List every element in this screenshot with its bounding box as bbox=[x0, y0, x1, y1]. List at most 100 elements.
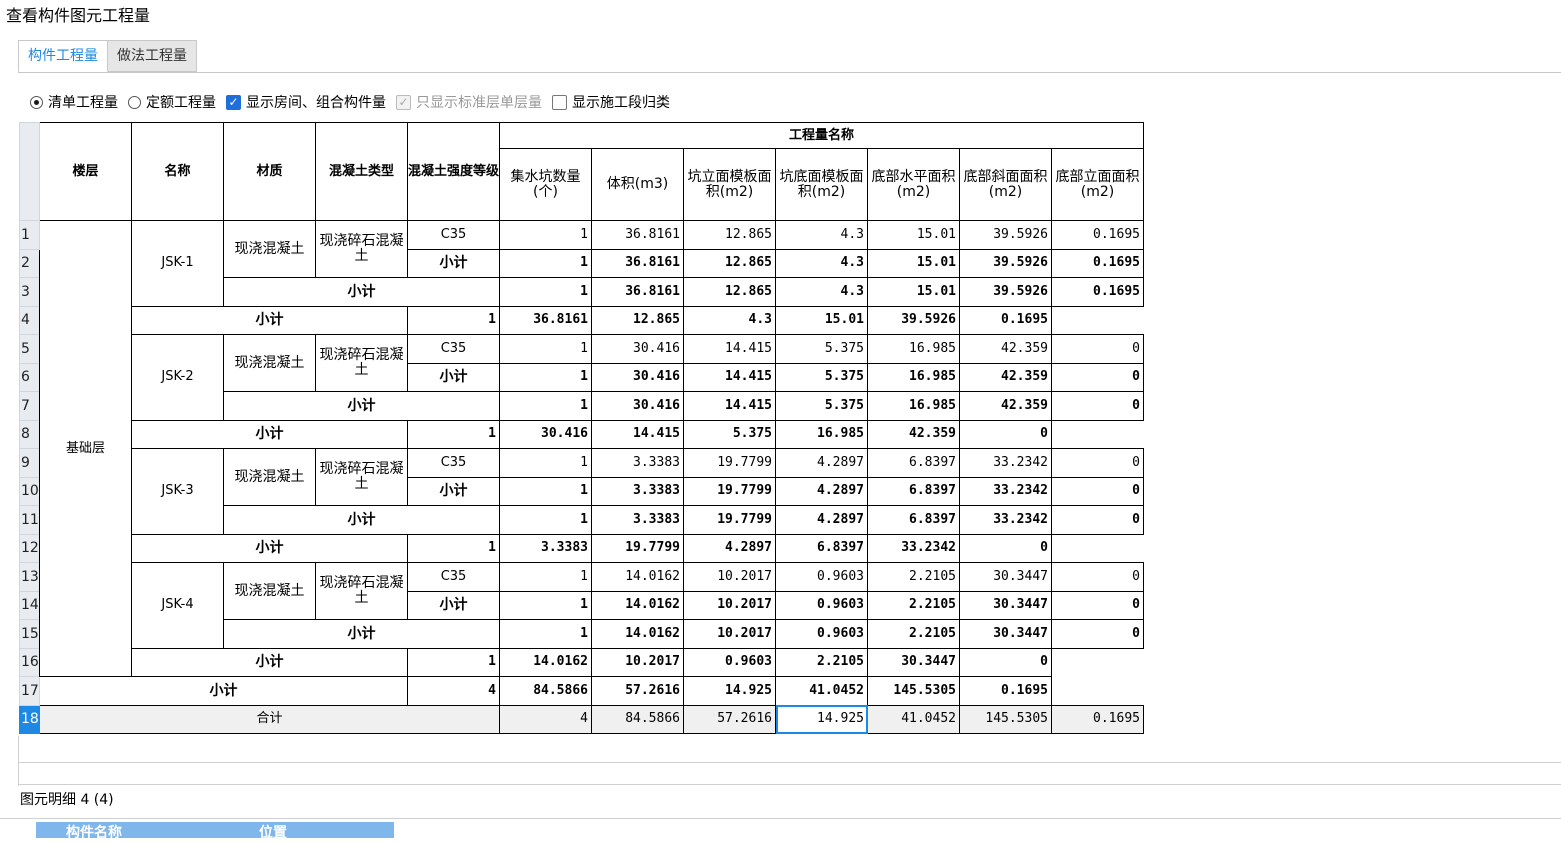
value-cell[interactable]: 19.7799 bbox=[683, 448, 776, 478]
value-cell[interactable]: 1 bbox=[407, 305, 500, 335]
value-cell[interactable]: 12.865 bbox=[683, 220, 776, 250]
row-number[interactable]: 16 bbox=[19, 647, 40, 677]
value-cell[interactable]: 0 bbox=[959, 647, 1052, 677]
value-cell[interactable]: 14.0162 bbox=[591, 562, 684, 592]
header-concrete-type[interactable]: 混凝土类型 bbox=[315, 122, 408, 221]
value-cell[interactable]: 30.3447 bbox=[959, 590, 1052, 620]
value-cell[interactable]: 1 bbox=[499, 590, 592, 620]
value-cell[interactable]: 1 bbox=[499, 391, 592, 421]
value-cell[interactable]: 33.2342 bbox=[867, 533, 960, 563]
row-number[interactable]: 1 bbox=[19, 220, 40, 250]
component-name-cell[interactable]: JSK-4 bbox=[131, 562, 224, 649]
value-cell[interactable]: 4.3 bbox=[683, 305, 776, 335]
value-cell[interactable]: 1 bbox=[499, 362, 592, 392]
tab-component-quantity[interactable]: 构件工程量 bbox=[18, 40, 108, 72]
grid-corner[interactable] bbox=[19, 122, 40, 221]
concrete-type-cell[interactable]: 现浇碎石混凝土 bbox=[315, 562, 408, 620]
header-bottom-slope-area[interactable]: 底部斜面面积(m2) bbox=[959, 148, 1052, 221]
value-cell[interactable]: 42.359 bbox=[959, 391, 1052, 421]
table-row[interactable]: 1 基础层 JSK-1 现浇混凝土 现浇碎石混凝土 C35 1 36.8161 12.865 4.… bbox=[19, 220, 1144, 677]
table-row[interactable]: 5 JSK-2 现浇混凝土 现浇碎石混凝土 C35 1 30.416 14.415 5.375 1… bbox=[19, 334, 1144, 421]
table-row[interactable]: 13 JSK-4 现浇混凝土 现浇碎石混凝土 C35 1 14.0162 10.2017 0.9… bbox=[19, 562, 1144, 649]
value-cell[interactable]: 12.865 bbox=[591, 305, 684, 335]
value-cell[interactable]: 0.1695 bbox=[959, 305, 1052, 335]
value-cell[interactable]: 0 bbox=[1051, 362, 1144, 392]
value-cell[interactable]: 33.2342 bbox=[959, 505, 1052, 535]
concrete-grade-cell[interactable]: C35 bbox=[407, 562, 500, 592]
value-cell[interactable]: 145.5305 bbox=[959, 704, 1052, 734]
value-cell[interactable]: 39.5926 bbox=[959, 277, 1052, 307]
value-cell[interactable]: 10.2017 bbox=[683, 562, 776, 592]
subtotal-cell[interactable]: 小计 bbox=[39, 676, 408, 706]
value-cell[interactable]: 6.8397 bbox=[867, 505, 960, 535]
header-concrete-grade[interactable]: 混凝土强度等级 bbox=[407, 122, 500, 221]
subtotal-cell[interactable]: 小计 bbox=[407, 476, 500, 506]
value-cell[interactable]: 84.5866 bbox=[591, 704, 684, 734]
value-cell[interactable]: 1 bbox=[407, 419, 500, 449]
floor-cell[interactable]: 基础层 bbox=[39, 220, 132, 677]
value-cell[interactable]: 5.375 bbox=[683, 419, 776, 449]
value-cell[interactable]: 39.5926 bbox=[959, 248, 1052, 278]
value-cell[interactable]: 30.416 bbox=[591, 334, 684, 364]
value-cell[interactable]: 4.3 bbox=[775, 248, 868, 278]
concrete-grade-cell[interactable]: C35 bbox=[407, 220, 500, 250]
subtotal-cell[interactable]: 小计 bbox=[131, 305, 408, 335]
value-cell[interactable]: 3.3383 bbox=[591, 505, 684, 535]
value-cell[interactable]: 0.1695 bbox=[1051, 277, 1144, 307]
value-cell[interactable]: 0.9603 bbox=[683, 647, 776, 677]
total-label-cell[interactable]: 合计 bbox=[39, 704, 500, 734]
value-cell[interactable]: 14.415 bbox=[591, 419, 684, 449]
value-cell[interactable]: 5.375 bbox=[775, 362, 868, 392]
table-row[interactable]: 4 小计 1 36.8161 12.865 4.3 15.01 39.5926 0.1695 bbox=[19, 305, 1144, 335]
value-cell[interactable]: 16.985 bbox=[775, 419, 868, 449]
row-number[interactable]: 8 bbox=[19, 419, 40, 449]
value-cell[interactable]: 0 bbox=[1051, 391, 1144, 421]
subtotal-cell[interactable]: 小计 bbox=[223, 505, 500, 535]
value-cell[interactable]: 1 bbox=[499, 448, 592, 478]
checkbox-unchecked-icon[interactable] bbox=[552, 94, 567, 110]
subtotal-cell[interactable]: 小计 bbox=[131, 419, 408, 449]
value-cell[interactable]: 3.3383 bbox=[591, 476, 684, 506]
concrete-type-cell[interactable]: 现浇碎石混凝土 bbox=[315, 334, 408, 392]
value-cell[interactable]: 145.5305 bbox=[867, 676, 960, 706]
value-cell[interactable]: 19.7799 bbox=[683, 476, 776, 506]
subtotal-cell[interactable]: 小计 bbox=[407, 362, 500, 392]
concrete-grade-cell[interactable]: C35 bbox=[407, 448, 500, 478]
detail-col-component-name[interactable]: 构件名称 bbox=[36, 822, 152, 841]
value-cell[interactable]: 0 bbox=[959, 419, 1052, 449]
value-cell[interactable]: 0.9603 bbox=[775, 590, 868, 620]
value-cell[interactable]: 36.8161 bbox=[591, 220, 684, 250]
header-bottom-horizontal-area[interactable]: 底部水平面积(m2) bbox=[867, 148, 960, 221]
value-cell[interactable]: 4 bbox=[407, 676, 500, 706]
checkbox-show-room[interactable]: ✓ 显示房间、组合构件量 bbox=[226, 92, 386, 112]
value-cell[interactable]: 42.359 bbox=[867, 419, 960, 449]
radio-unselected-icon[interactable] bbox=[128, 95, 141, 109]
header-volume[interactable]: 体积(m3) bbox=[591, 148, 684, 221]
value-cell[interactable]: 12.865 bbox=[683, 277, 776, 307]
material-cell[interactable]: 现浇混凝土 bbox=[223, 334, 316, 392]
value-cell[interactable]: 0 bbox=[1051, 562, 1144, 592]
value-cell[interactable]: 39.5926 bbox=[867, 305, 960, 335]
value-cell[interactable]: 1 bbox=[499, 476, 592, 506]
value-cell[interactable]: 0 bbox=[1051, 619, 1144, 649]
value-cell[interactable]: 0.1695 bbox=[1051, 248, 1144, 278]
value-cell[interactable]: 4.3 bbox=[775, 277, 868, 307]
subtotal-cell[interactable]: 小计 bbox=[407, 590, 500, 620]
value-cell[interactable]: 30.416 bbox=[499, 419, 592, 449]
row-number[interactable]: 3 bbox=[19, 277, 40, 307]
value-cell[interactable]: 5.375 bbox=[775, 334, 868, 364]
material-cell[interactable]: 现浇混凝土 bbox=[223, 448, 316, 506]
row-number[interactable]: 4 bbox=[19, 305, 40, 335]
checkbox-checked-icon[interactable]: ✓ bbox=[226, 94, 241, 110]
subtotal-cell[interactable]: 小计 bbox=[407, 248, 500, 278]
row-number[interactable]: 6 bbox=[19, 362, 40, 392]
checkbox-stage[interactable]: 显示施工段归类 bbox=[552, 92, 670, 112]
component-name-cell[interactable]: JSK-3 bbox=[131, 448, 224, 535]
value-cell[interactable]: 1 bbox=[499, 220, 592, 250]
value-cell[interactable]: 14.0162 bbox=[591, 590, 684, 620]
value-cell[interactable]: 12.865 bbox=[683, 248, 776, 278]
value-cell[interactable]: 10.2017 bbox=[683, 619, 776, 649]
value-cell[interactable]: 15.01 bbox=[867, 277, 960, 307]
scrollbar-track[interactable] bbox=[18, 762, 1561, 763]
table-row[interactable]: 16 小计 1 14.0162 10.2017 0.9603 2.2105 30.3447 0 bbox=[19, 647, 1144, 677]
